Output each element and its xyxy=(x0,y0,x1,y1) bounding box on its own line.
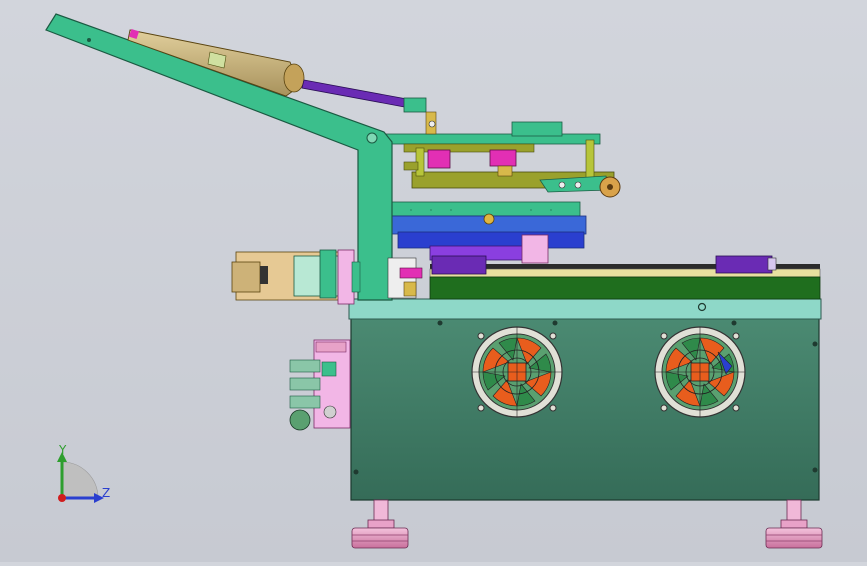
fan-left xyxy=(471,326,563,418)
screw xyxy=(353,469,359,475)
slider-block xyxy=(715,255,773,274)
triad-origin xyxy=(58,494,66,502)
press-assembly xyxy=(391,201,587,275)
foot-left xyxy=(351,499,409,549)
pink-block xyxy=(521,234,549,264)
machine-drawing: Y Z xyxy=(45,13,823,549)
cabinet-body xyxy=(350,317,820,501)
side-valve-module xyxy=(289,339,351,431)
gantry xyxy=(379,121,621,198)
y-axis-label: Y xyxy=(58,443,67,457)
foot-right xyxy=(765,499,823,549)
conveyor xyxy=(429,255,821,300)
screw xyxy=(552,320,558,326)
magenta-fitting xyxy=(427,149,451,169)
left-motor xyxy=(231,249,423,305)
fan-right xyxy=(654,326,746,418)
knob xyxy=(483,213,495,225)
purple-carriage xyxy=(431,255,487,275)
magenta-fitting xyxy=(489,149,517,167)
screw xyxy=(437,320,443,326)
cad-viewport[interactable]: Y Z xyxy=(0,0,867,562)
screw xyxy=(731,320,737,326)
triad-quadrant xyxy=(61,461,99,499)
green-box xyxy=(511,121,563,137)
axis-triad: Y Z xyxy=(57,443,110,503)
cabinet xyxy=(348,298,822,501)
cabinet-top-plate xyxy=(348,298,822,320)
z-axis-label: Z xyxy=(102,486,110,500)
screw xyxy=(812,341,818,347)
screw xyxy=(812,467,818,473)
pivot-bolt xyxy=(366,132,378,144)
